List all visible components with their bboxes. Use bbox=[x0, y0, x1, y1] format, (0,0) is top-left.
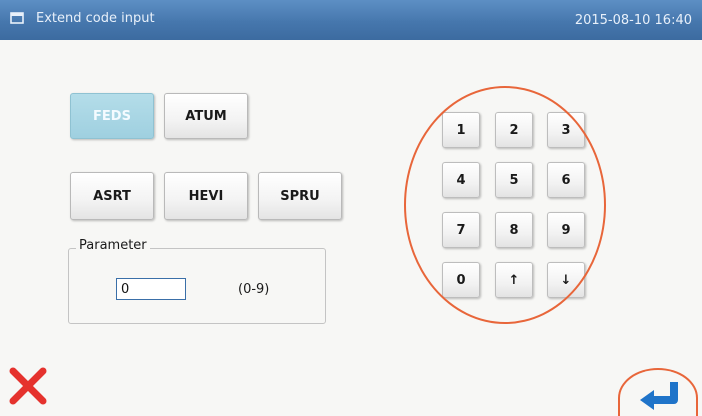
hevi-button[interactable]: HEVI bbox=[164, 172, 248, 220]
parameter-label: Parameter bbox=[76, 238, 150, 253]
parameter-group bbox=[68, 248, 326, 324]
title-bar: Extend code input 2015-08-10 16:40 bbox=[0, 0, 702, 40]
window-title: Extend code input bbox=[36, 11, 155, 26]
keypad-highlight-circle bbox=[404, 86, 606, 324]
datetime-display: 2015-08-10 16:40 bbox=[574, 13, 692, 28]
atum-button[interactable]: ATUM bbox=[164, 93, 248, 139]
parameter-range: (0-9) bbox=[238, 282, 270, 297]
close-icon[interactable] bbox=[6, 364, 50, 408]
window-icon bbox=[10, 12, 24, 24]
asrt-button[interactable]: ASRT bbox=[70, 172, 154, 220]
spru-button[interactable]: SPRU bbox=[258, 172, 342, 220]
enter-icon[interactable] bbox=[636, 378, 684, 414]
feds-button[interactable]: FEDS bbox=[70, 93, 154, 139]
parameter-input[interactable] bbox=[116, 278, 186, 300]
